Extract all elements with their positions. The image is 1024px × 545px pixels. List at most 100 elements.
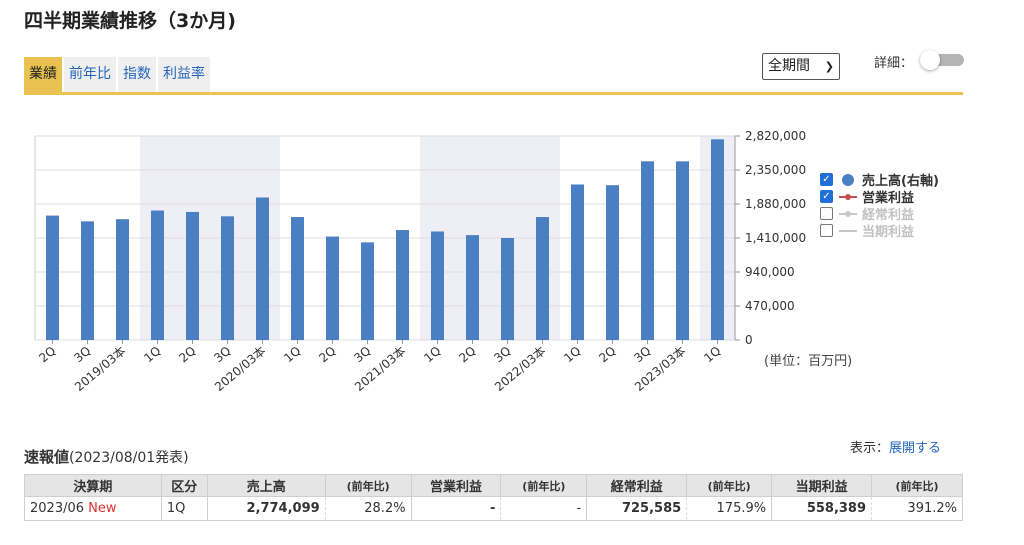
legend-line-icon	[839, 208, 857, 220]
legend-item-net-profit[interactable]: 当期利益	[820, 223, 939, 240]
sales-bar	[571, 184, 584, 340]
period-select-value: 全期間	[768, 58, 810, 74]
x-tick-label: 3Q	[491, 344, 513, 366]
x-tick-label: 1Q	[561, 344, 583, 366]
x-tick-label: 2Q	[36, 344, 58, 366]
tab-yoy[interactable]: 前年比	[64, 57, 116, 92]
x-tick-label: 1Q	[421, 344, 443, 366]
chart-tabs: 業績 前年比 指数 利益率	[24, 57, 212, 92]
x-tick-label: 3Q	[351, 344, 373, 366]
sales-bar	[186, 211, 199, 340]
sales-bar	[116, 219, 129, 340]
expand-link[interactable]: 展開する	[889, 441, 941, 456]
sales-bar	[361, 242, 374, 340]
toggle-knob	[920, 50, 940, 70]
new-badge: New	[88, 501, 117, 516]
cell-net-profit: 558,389	[771, 496, 872, 521]
quick-report-table: 決算期 区分 売上高 (前年比) 営業利益 (前年比) 経常利益 (前年比) 当…	[24, 474, 963, 521]
y-tick-label: 470,000	[745, 299, 795, 313]
col-ord-profit: 経常利益	[586, 474, 688, 497]
col-sales: 売上高	[206, 474, 326, 497]
sales-bar	[46, 215, 59, 340]
sales-bar	[326, 236, 339, 340]
legend-checkbox-ordinary-profit[interactable]	[820, 207, 833, 220]
table-header-row: 決算期 区分 売上高 (前年比) 営業利益 (前年比) 経常利益 (前年比) 当…	[24, 474, 963, 497]
unit-label: (単位：百万円)	[764, 354, 853, 369]
x-tick-label: 3Q	[71, 344, 93, 366]
y-tick-label: 2,820,000	[745, 129, 806, 143]
y-tick-label: 940,000	[745, 265, 795, 279]
x-tick-label: 1Q	[281, 344, 303, 366]
legend-line-icon	[839, 191, 857, 203]
x-tick-label: 3Q	[211, 344, 233, 366]
sales-bar	[501, 238, 514, 340]
quarterly-sales-chart: 2,820,000 2,350,000 1,880,000 1,410,000 940,…	[34, 129, 806, 394]
legend-line-icon	[839, 225, 857, 237]
y-tick-label: 1,410,000	[745, 231, 806, 245]
cell-sales: 2,774,099	[206, 496, 326, 521]
x-tick-label: 2Q	[596, 344, 618, 366]
sales-bar	[151, 210, 164, 340]
col-net-yoy: (前年比)	[871, 474, 963, 497]
col-op-yoy: (前年比)	[500, 474, 588, 497]
col-net-profit: 当期利益	[771, 474, 873, 497]
sales-bar	[606, 185, 619, 340]
display-expand: 表示：展開する	[850, 437, 941, 456]
legend-item-sales[interactable]: ✓ 売上高(右軸)	[820, 172, 939, 189]
x-tick-label: 1Q	[141, 344, 163, 366]
sales-bar	[291, 217, 304, 340]
sales-bar	[256, 197, 269, 340]
tab-index[interactable]: 指数	[118, 57, 156, 92]
legend-checkbox-sales[interactable]: ✓	[820, 173, 833, 186]
cell-net-yoy: 391.2%	[871, 496, 963, 521]
sales-bar	[396, 230, 409, 340]
sales-bar	[81, 221, 94, 340]
sales-bar	[641, 161, 654, 340]
sales-bar	[676, 161, 689, 340]
x-tick-label: 2Q	[316, 344, 338, 366]
legend-label-net-profit: 当期利益	[862, 225, 915, 240]
quick-report-date: (2023/08/01発表)	[69, 450, 189, 466]
col-kubun: 区分	[160, 474, 208, 497]
cell-kubun: 1Q	[160, 496, 208, 521]
col-sales-yoy: (前年比)	[324, 474, 412, 497]
chart-legend: ✓ 売上高(右軸) ✓ 営業利益 経常利益 当期利益	[820, 172, 939, 240]
sales-bar	[221, 216, 234, 340]
legend-item-ordinary-profit[interactable]: 経常利益	[820, 206, 939, 223]
x-tick-label: 3Q	[631, 344, 653, 366]
y-tick-label: 0	[745, 333, 753, 347]
x-tick-label: 2Q	[176, 344, 198, 366]
sales-bar	[711, 139, 724, 340]
cell-sales-yoy: 28.2%	[324, 496, 412, 521]
legend-dot-icon	[839, 173, 857, 186]
sales-bar	[431, 231, 444, 340]
period-value: 2023/06	[30, 501, 85, 516]
col-period: 決算期	[24, 474, 162, 497]
cell-ord-profit: 725,585	[586, 496, 687, 521]
legend-checkbox-net-profit[interactable]	[820, 224, 833, 237]
tab-results[interactable]: 業績	[24, 57, 62, 92]
quick-report-title: 速報値(2023/08/01発表)	[24, 446, 189, 467]
tab-profit-margin[interactable]: 利益率	[158, 57, 210, 92]
detail-toggle[interactable]	[920, 50, 964, 70]
cell-op-profit: -	[410, 496, 501, 521]
quick-report-heading: 速報値	[24, 448, 70, 466]
col-op-profit: 営業利益	[410, 474, 502, 497]
sales-bar	[536, 217, 549, 340]
x-tick-label: 2Q	[456, 344, 478, 366]
tabs-underline	[24, 92, 963, 95]
x-tick-label: 1Q	[701, 344, 723, 366]
page-title: 四半期業績推移（3か月)	[24, 10, 236, 32]
display-label: 表示：	[850, 441, 890, 456]
y-tick-label: 1,880,000	[745, 197, 806, 211]
cell-op-yoy: -	[500, 496, 587, 521]
col-ord-yoy: (前年比)	[686, 474, 773, 497]
y-tick-label: 2,350,000	[745, 163, 806, 177]
cell-period: 2023/06 New	[24, 496, 162, 521]
period-select[interactable]: 全期間 ❯	[762, 53, 840, 80]
legend-item-operating-profit[interactable]: ✓ 営業利益	[820, 189, 939, 206]
cell-ord-yoy: 175.9%	[686, 496, 772, 521]
chevron-down-icon: ❯	[824, 60, 834, 73]
table-row: 2023/06 New 1Q 2,774,099 28.2% - - 725,5…	[24, 496, 963, 521]
legend-checkbox-operating-profit[interactable]: ✓	[820, 190, 833, 203]
